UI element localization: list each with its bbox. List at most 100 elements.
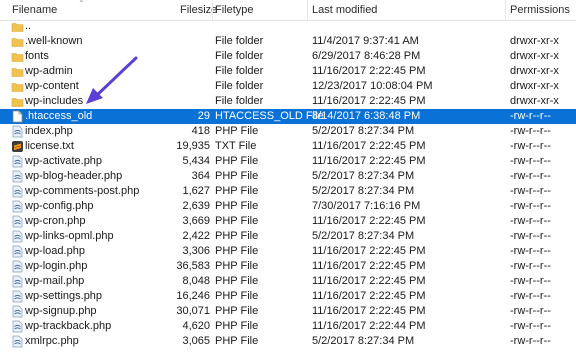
file-size: 3,065: [182, 335, 210, 347]
file-permissions: -rw-r--r--: [510, 275, 551, 287]
file-name: wp-content: [25, 80, 79, 92]
file-size: 4,620: [182, 320, 210, 332]
file-row[interactable]: wp-signup.php 30,071 PHP File 11/16/2017 2:…: [0, 304, 576, 319]
file-name: index.php: [25, 125, 73, 137]
file-row[interactable]: wp-links-opml.php 2,422 PHP File 5/2/2017 8…: [0, 229, 576, 244]
file-size: 36,583: [176, 260, 210, 272]
file-type: PHP File: [215, 215, 259, 227]
file-size: 29: [197, 110, 210, 122]
file-name: wp-activate.php: [25, 155, 103, 167]
file-type: File folder: [215, 50, 264, 62]
file-permissions: drwxr-xr-x: [510, 80, 559, 92]
file-type: File folder: [215, 35, 264, 47]
file-type: TXT File: [215, 140, 257, 152]
file-row[interactable]: wp-mail.php 8,048 PHP File 11/16/2017 2:22:…: [0, 274, 576, 289]
file-permissions: -rw-r--r--: [510, 290, 551, 302]
column-divider[interactable]: [212, 0, 213, 20]
file-row[interactable]: wp-admin File folder 11/16/2017 2:22:45 PM…: [0, 64, 576, 79]
column-divider[interactable]: [505, 0, 506, 20]
file-size: 5,434: [182, 155, 210, 167]
file-name: .well-known: [25, 35, 83, 47]
file-modified: 11/16/2017 2:22:45 PM: [312, 260, 426, 272]
file-type: PHP File: [215, 290, 259, 302]
file-permissions: -rw-r--r--: [510, 320, 551, 332]
file-name: wp-trackback.php: [25, 320, 112, 332]
file-row[interactable]: wp-blog-header.php 364 PHP File 5/2/2017 8:…: [0, 169, 576, 184]
file-row[interactable]: fonts File folder 6/29/2017 8:46:28 PM drwx…: [0, 49, 576, 64]
file-permissions: -rw-r--r--: [510, 170, 551, 182]
file-permissions: -rw-r--r--: [510, 185, 551, 197]
file-size: 8,048: [182, 275, 210, 287]
file-type: PHP File: [215, 305, 259, 317]
file-permissions: -rw-r--r--: [510, 260, 551, 272]
file-row[interactable]: wp-activate.php 5,434 PHP File 11/16/2017 2…: [0, 154, 576, 169]
file-row[interactable]: wp-load.php 3,306 PHP File 11/16/2017 2:22:…: [0, 244, 576, 259]
file-modified: 11/16/2017 2:22:44 PM: [312, 320, 426, 332]
file-modified: 11/16/2017 2:22:45 PM: [312, 245, 426, 257]
file-permissions: drwxr-xr-x: [510, 95, 559, 107]
file-modified: 5/2/2017 8:27:34 PM: [312, 185, 415, 197]
file-name: ..: [25, 20, 32, 32]
file-modified: 11/4/2017 9:37:41 AM: [312, 35, 419, 47]
file-modified: 5/2/2017 8:27:34 PM: [312, 335, 415, 347]
file-modified: 5/2/2017 8:27:34 PM: [312, 230, 415, 242]
file-row[interactable]: wp-config.php 2,639 PHP File 7/30/2017 7:16…: [0, 199, 576, 214]
file-row[interactable]: ..: [0, 19, 576, 34]
file-row[interactable]: index.php 418 PHP File 5/2/2017 8:27:34 PM -…: [0, 124, 576, 139]
file-size: 364: [191, 170, 210, 182]
file-modified: 11/16/2017 2:22:45 PM: [312, 215, 426, 227]
file-modified: 7/30/2017 7:16:16 PM: [312, 200, 421, 212]
file-name: wp-includes: [25, 95, 84, 107]
file-row[interactable]: wp-settings.php 16,246 PHP File 11/16/2017 …: [0, 289, 576, 304]
file-row[interactable]: wp-content File folder 12/23/2017 10:08:04…: [0, 79, 576, 94]
file-permissions: -rw-r--r--: [510, 125, 551, 137]
column-header-last-modified[interactable]: Last modified: [312, 4, 377, 16]
file-name: fonts: [25, 50, 49, 62]
file-row[interactable]: wp-comments-post.php 1,627 PHP File 5/2/201…: [0, 184, 576, 199]
sort-ascending-icon: ⌃: [78, 0, 85, 8]
file-name: wp-links-opml.php: [25, 230, 114, 242]
file-size: 2,422: [182, 230, 210, 242]
file-row-selected[interactable]: .htaccess_old 29 HTACCESS_OLD File 8/14/201…: [0, 109, 576, 124]
file-type: PHP File: [215, 185, 259, 197]
file-permissions: -rw-r--r--: [510, 305, 551, 317]
file-type: File folder: [215, 95, 264, 107]
file-permissions: drwxr-xr-x: [510, 35, 559, 47]
file-permissions: -rw-r--r--: [510, 140, 551, 152]
file-type: File folder: [215, 65, 264, 77]
file-permissions: -rw-r--r--: [510, 200, 551, 212]
file-size: 3,669: [182, 215, 210, 227]
file-modified: 5/2/2017 8:27:34 PM: [312, 125, 415, 137]
column-header-filetype[interactable]: Filetype: [215, 4, 254, 16]
file-type: PHP File: [215, 125, 259, 137]
file-row[interactable]: wp-login.php 36,583 PHP File 11/16/2017 2:2…: [0, 259, 576, 274]
file-type: PHP File: [215, 275, 259, 287]
file-name: wp-mail.php: [25, 275, 85, 287]
file-name: .htaccess_old: [25, 110, 93, 122]
file-permissions: -rw-r--r--: [510, 110, 551, 122]
file-type: PHP File: [215, 155, 259, 167]
file-row[interactable]: license.txt 19,935 TXT File 11/16/2017 2:22…: [0, 139, 576, 154]
file-type: PHP File: [215, 260, 259, 272]
file-modified: 6/29/2017 8:46:28 PM: [312, 50, 421, 62]
file-modified: 11/16/2017 2:22:45 PM: [312, 65, 426, 77]
file-row[interactable]: wp-trackback.php 4,620 PHP File 11/16/2017 …: [0, 319, 576, 334]
file-row[interactable]: wp-cron.php 3,669 PHP File 11/16/2017 2:22:…: [0, 214, 576, 229]
file-row[interactable]: .well-known File folder 11/4/2017 9:37:41 …: [0, 34, 576, 49]
file-row[interactable]: xmlrpc.php 3,065 PHP File 5/2/2017 8:27:34 …: [0, 334, 576, 349]
file-modified: 8/14/2017 6:38:48 PM: [312, 110, 421, 122]
column-header-permissions[interactable]: Permissions: [510, 4, 570, 16]
file-permissions: -rw-r--r--: [510, 335, 551, 347]
file-type: File folder: [215, 80, 264, 92]
file-size: 2,639: [182, 200, 210, 212]
file-name: xmlrpc.php: [25, 335, 79, 347]
file-permissions: -rw-r--r--: [510, 230, 551, 242]
column-header-filename[interactable]: Filename: [12, 4, 57, 16]
column-divider[interactable]: [307, 0, 308, 20]
file-type: PHP File: [215, 230, 259, 242]
file-permissions: drwxr-xr-x: [510, 50, 559, 62]
file-row[interactable]: wp-includes File folder 11/16/2017 2:22:45…: [0, 94, 576, 109]
file-modified: 11/16/2017 2:22:45 PM: [312, 275, 426, 287]
file-modified: 11/16/2017 2:22:45 PM: [312, 140, 426, 152]
file-name: wp-load.php: [25, 245, 85, 257]
